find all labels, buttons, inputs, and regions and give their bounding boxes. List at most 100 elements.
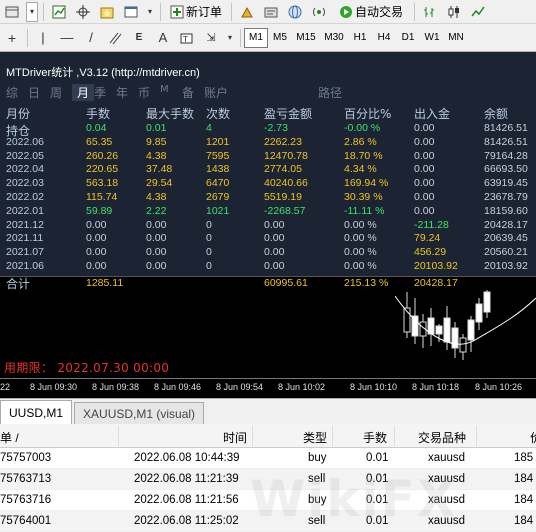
table-row[interactable]: 75757003 2022.06.08 10:44:39 buy 0.01 xauusd… — [0, 448, 536, 469]
autotrade-button[interactable]: 自动交易 — [333, 2, 409, 22]
menu-item-day[interactable]: 日 — [28, 84, 50, 101]
timeframe-m5[interactable]: M5 — [268, 28, 292, 48]
statistics-panel: MTDriver统计 ,V3.12 (http://mtdriver.cn) 综… — [0, 52, 536, 288]
cell-max-lots: 0.01 — [146, 122, 167, 134]
cell-max-lots: 9.85 — [146, 135, 167, 148]
tab-xauusd-m1-visual[interactable]: XAUUSD,M1 (visual) — [74, 402, 205, 424]
orders-table-header: 单 / 时间 类型 手数 交易品种 价 — [0, 424, 536, 448]
timeframe-w1[interactable]: W1 — [420, 28, 444, 48]
menu-item-quarter[interactable]: 季 — [94, 84, 116, 101]
statistics-row: 2021.06 0.00 0.00 0 0.00 0.00 % 20103.92 20103.… — [0, 260, 536, 273]
cell-month: 2022.04 — [6, 163, 44, 176]
horizontal-line-icon[interactable]: — — [57, 28, 77, 48]
new-order-icon — [170, 5, 184, 18]
crosshair-tool-icon[interactable]: + — [2, 28, 22, 48]
cell-flow: 456.29 — [414, 246, 447, 259]
market-watch-icon[interactable] — [49, 2, 69, 22]
timeframe-h1[interactable]: H1 — [348, 28, 372, 48]
cell-count: 7595 — [206, 149, 230, 162]
strategy-tester-icon[interactable] — [237, 2, 257, 22]
header-time[interactable]: 时间 — [223, 429, 247, 446]
line-chart-icon[interactable] — [468, 2, 488, 22]
header-lots[interactable]: 手数 — [363, 429, 387, 446]
time-label: 8 Jun 09:54 — [216, 382, 264, 392]
menu-item-month[interactable]: 月 — [72, 84, 94, 101]
cell-count: 1201 — [206, 135, 230, 148]
cell-month: 2022.02 — [6, 191, 44, 203]
time-axis: 22 8 Jun 09:30 8 Jun 09:38 8 Jun 09:46 8… — [0, 378, 536, 398]
header-price[interactable]: 价 — [530, 429, 536, 446]
cell-count: 1438 — [206, 163, 230, 176]
favorites-icon[interactable] — [97, 2, 117, 22]
equidistant-channel-icon[interactable] — [105, 28, 125, 48]
vertical-line-icon[interactable]: | — [33, 28, 53, 48]
fibonacci-icon[interactable]: E — [129, 28, 149, 48]
cell-lots: 0.00 — [86, 260, 107, 272]
timeframe-d1[interactable]: D1 — [396, 28, 420, 48]
cell-count: 0 — [206, 232, 212, 245]
bar-chart-icon[interactable] — [420, 2, 440, 22]
statistics-row: 2021.12 0.00 0.00 0 0.00 0.00 % -211.28 20428.1… — [0, 219, 536, 232]
text-tool-icon[interactable]: A — [153, 28, 173, 48]
cell-month: 2021.06 — [6, 260, 44, 272]
timeframe-mn[interactable]: MN — [444, 28, 468, 48]
chart-window-icon[interactable] — [2, 2, 22, 22]
menu-item-path[interactable]: 路径 — [318, 84, 342, 101]
cell-month: 2021.12 — [6, 218, 44, 231]
navigator-icon[interactable] — [261, 2, 281, 22]
cell-flow: 0.00 — [414, 191, 435, 203]
cell-pnl: -2268.57 — [264, 204, 306, 217]
cell-lots: 115.74 — [86, 191, 118, 203]
column-header-lots: 手数 — [86, 107, 111, 121]
menu-item-summary[interactable]: 综 — [6, 84, 28, 101]
cell-order: 75763713 — [0, 473, 52, 485]
time-label: 8 Jun 09:46 — [154, 382, 202, 392]
dropdown-arrow-icon[interactable]: ▾ — [26, 1, 38, 22]
cell-max-lots: 4.38 — [146, 149, 167, 162]
globe-icon[interactable] — [285, 2, 305, 22]
timeframe-h4[interactable]: H4 — [372, 28, 396, 48]
candlestick-icon[interactable] — [444, 2, 464, 22]
menu-item-note[interactable]: 备 — [182, 84, 204, 101]
cell-pnl: 2262.23 — [264, 135, 302, 148]
timeframe-m15[interactable]: M15 — [292, 28, 320, 48]
timeframe-m1[interactable]: M1 — [244, 27, 268, 48]
cell-month: 2021.07 — [6, 246, 44, 259]
time-label: 8 Jun 10:18 — [412, 382, 460, 392]
cell-max-lots: 4.38 — [146, 191, 167, 203]
cell-balance: 20639.45 — [484, 232, 528, 245]
header-type[interactable]: 类型 — [303, 429, 327, 446]
menu-item-week[interactable]: 周 — [50, 84, 72, 101]
dropdown-arrow-icon[interactable]: ▾ — [145, 2, 155, 22]
time-label: 8 Jun 10:26 — [475, 382, 523, 392]
period-menu: 综 日 周 月 季 年 币 M 备 账户 路径 — [6, 84, 342, 101]
cell-pnl: -2.73 — [264, 122, 288, 134]
crosshair-icon[interactable] — [73, 2, 93, 22]
menu-item-year[interactable]: 年 — [116, 84, 138, 101]
cell-month: 2022.01 — [6, 204, 44, 217]
label-tool-icon[interactable]: T — [177, 28, 197, 48]
cell-pct: 30.39 % — [344, 191, 383, 203]
total-label: 合计 — [6, 277, 31, 291]
trendline-icon[interactable]: / — [81, 28, 101, 48]
menu-item-account[interactable]: 账户 — [204, 84, 244, 101]
cell-count: 1021 — [206, 204, 230, 217]
cell-symbol: xauusd — [428, 452, 466, 464]
timeframe-m30[interactable]: M30 — [320, 28, 348, 48]
chart-window[interactable]: MTDriver统计 ,V3.12 (http://mtdriver.cn) 综… — [0, 52, 536, 398]
header-symbol[interactable]: 交易品种 — [418, 429, 466, 446]
cell-balance: 23678.79 — [484, 191, 528, 203]
cell-pct: 18.70 % — [344, 149, 383, 162]
column-header-count: 次数 — [206, 107, 231, 121]
new-order-button[interactable]: 新订单 — [166, 2, 226, 22]
tab-xauusd-m1[interactable]: UUSD,M1 — [0, 400, 73, 424]
cell-pct: 169.94 % — [344, 177, 389, 190]
signal-icon[interactable] — [309, 2, 329, 22]
dropdown-arrow-icon[interactable]: ▾ — [225, 28, 235, 48]
menu-item-m[interactable]: M — [160, 84, 182, 101]
header-order[interactable]: 单 / — [0, 429, 19, 446]
arrows-icon[interactable]: ⇲ — [201, 28, 221, 48]
window-icon[interactable] — [121, 2, 141, 22]
cell-balance: 18159.60 — [484, 204, 528, 217]
menu-item-currency[interactable]: 币 — [138, 84, 160, 101]
